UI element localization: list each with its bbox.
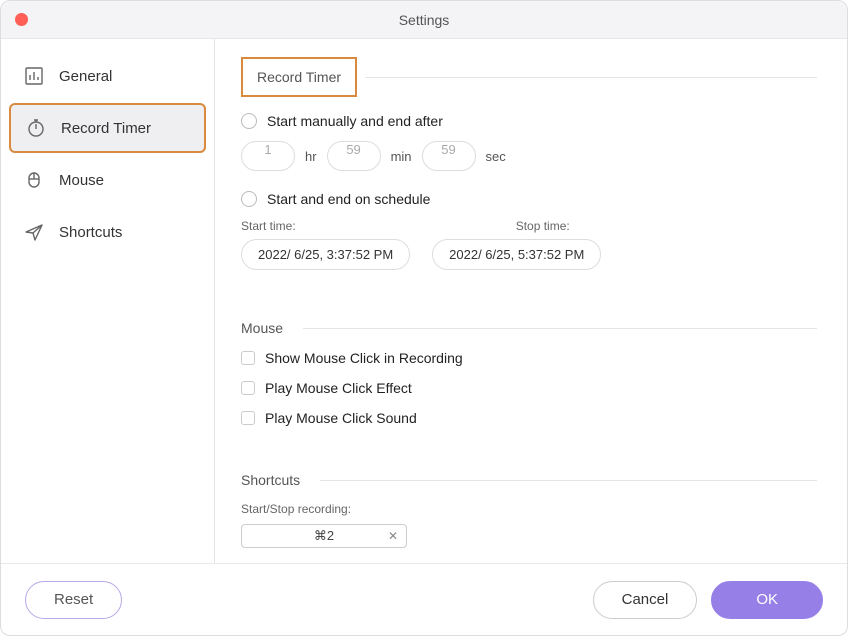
sidebar-item-label: Shortcuts	[59, 224, 122, 241]
footer: Reset Cancel OK	[1, 563, 847, 635]
sidebar-item-general[interactable]: General	[9, 51, 206, 101]
ok-button[interactable]: OK	[711, 581, 823, 619]
checkbox-icon	[241, 411, 255, 425]
section-title: Record Timer	[241, 57, 357, 97]
clear-shortcut-icon[interactable]: ✕	[388, 529, 398, 543]
section-header-record-timer: Record Timer	[241, 57, 817, 97]
divider	[320, 480, 817, 481]
mouse-icon	[23, 169, 45, 191]
stop-time-label: Stop time:	[516, 219, 570, 233]
stop-time-input[interactable]: 2022/ 6/25, 5:37:52 PM	[432, 239, 601, 270]
sidebar-item-shortcuts[interactable]: Shortcuts	[9, 207, 206, 257]
checkbox-icon	[241, 351, 255, 365]
radio-icon	[241, 191, 257, 207]
radio-label: Start manually and end after	[267, 113, 443, 129]
radio-schedule[interactable]: Start and end on schedule	[241, 191, 817, 207]
sidebar-item-label: Mouse	[59, 172, 104, 189]
radio-start-manually[interactable]: Start manually and end after	[241, 113, 817, 129]
sidebar-item-record-timer[interactable]: Record Timer	[9, 103, 206, 153]
minutes-unit: min	[391, 149, 412, 164]
hours-unit: hr	[305, 149, 317, 164]
sidebar-item-mouse[interactable]: Mouse	[9, 155, 206, 205]
section-title: Shortcuts	[241, 472, 312, 488]
paperplane-icon	[23, 221, 45, 243]
radio-label: Start and end on schedule	[267, 191, 430, 207]
start-time-input[interactable]: 2022/ 6/25, 3:37:52 PM	[241, 239, 410, 270]
datetime-row: 2022/ 6/25, 3:37:52 PM 2022/ 6/25, 5:37:…	[241, 239, 817, 270]
shortcut-start-stop-label: Start/Stop recording:	[241, 502, 817, 516]
time-labels: Start time: Stop time:	[241, 219, 817, 233]
checkbox-play-click-effect[interactable]: Play Mouse Click Effect	[241, 380, 817, 396]
sidebar: General Record Timer	[1, 39, 215, 563]
barchart-icon	[23, 65, 45, 87]
checkbox-show-mouse-click[interactable]: Show Mouse Click in Recording	[241, 350, 817, 366]
minutes-input[interactable]: 59	[327, 141, 381, 171]
checkbox-play-click-sound[interactable]: Play Mouse Click Sound	[241, 410, 817, 426]
sidebar-item-label: Record Timer	[61, 120, 151, 137]
divider	[365, 77, 817, 78]
reset-button[interactable]: Reset	[25, 581, 122, 619]
section-header-mouse: Mouse	[241, 320, 817, 336]
seconds-unit: sec	[486, 149, 506, 164]
checkbox-label: Play Mouse Click Effect	[265, 380, 412, 396]
section-title: Mouse	[241, 320, 295, 336]
seconds-input[interactable]: 59	[422, 141, 476, 171]
titlebar: Settings	[1, 1, 847, 39]
hours-input[interactable]: 1	[241, 141, 295, 171]
window-title: Settings	[399, 12, 450, 28]
shortcut-start-stop-input[interactable]: ⌘2 ✕	[241, 524, 407, 548]
shortcut-value: ⌘2	[314, 528, 334, 544]
checkbox-label: Show Mouse Click in Recording	[265, 350, 463, 366]
settings-window: Settings General	[0, 0, 848, 636]
section-header-shortcuts: Shortcuts	[241, 472, 817, 488]
checkbox-label: Play Mouse Click Sound	[265, 410, 417, 426]
stopwatch-icon	[25, 117, 47, 139]
duration-row: 1 hr 59 min 59 sec	[241, 141, 817, 171]
divider	[303, 328, 817, 329]
sidebar-item-label: General	[59, 68, 112, 85]
start-time-label: Start time:	[241, 219, 296, 233]
content-pane: Record Timer Start manually and end afte…	[215, 39, 847, 563]
checkbox-icon	[241, 381, 255, 395]
radio-icon	[241, 113, 257, 129]
cancel-button[interactable]: Cancel	[593, 581, 698, 619]
close-window-button[interactable]	[15, 13, 28, 26]
body: General Record Timer	[1, 39, 847, 563]
